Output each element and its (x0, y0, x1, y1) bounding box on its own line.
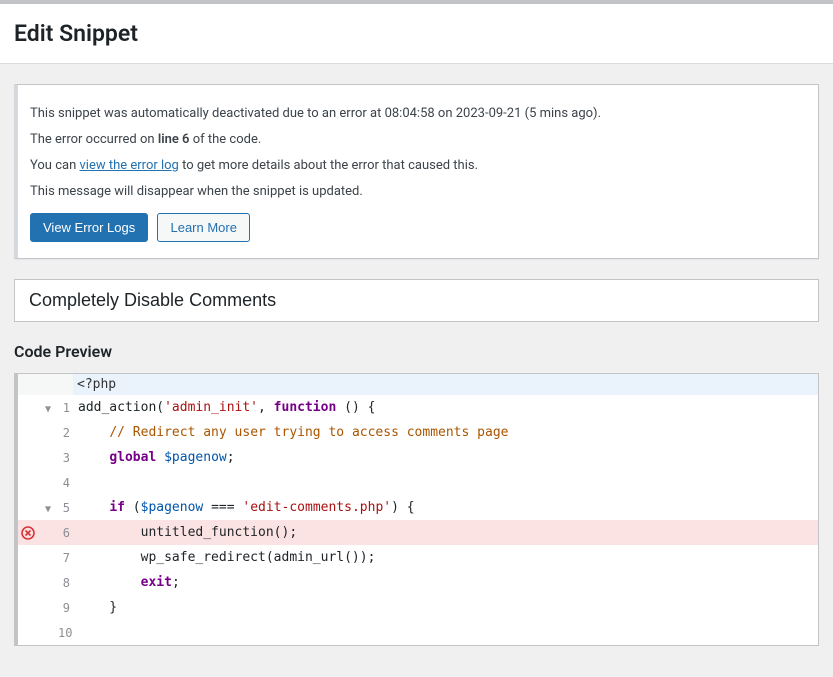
code-line[interactable]: 3 global $pagenow; (18, 445, 818, 470)
notice-text: You can (30, 158, 79, 173)
code-content[interactable]: exit; (74, 572, 818, 593)
line-number: 6 (58, 526, 74, 540)
code-lines-container: ▼1add_action('admin_init', function () {… (18, 395, 818, 645)
code-line[interactable]: 6 untitled_function(); (18, 520, 818, 545)
notice-line-3: You can view the error log to get more d… (30, 156, 806, 176)
fold-cell (38, 431, 58, 435)
line-number: 4 (58, 476, 74, 490)
snippet-title-wrap (14, 279, 819, 322)
notice-line-4: This message will disappear when the sni… (30, 182, 806, 202)
notice-text: of the code. (189, 132, 261, 147)
code-content[interactable]: // Redirect any user trying to access co… (74, 422, 818, 443)
fold-cell (38, 456, 58, 460)
code-line[interactable]: 9 } (18, 595, 818, 620)
code-content[interactable]: untitled_function(); (74, 522, 818, 543)
notice-text: The error occurred on (30, 132, 158, 147)
code-editor[interactable]: <?php ▼1add_action('admin_init', functio… (14, 373, 819, 646)
code-content[interactable]: wp_safe_redirect(admin_url()); (74, 547, 818, 568)
snippet-title-input[interactable] (15, 280, 818, 321)
notice-text: This snippet was automatically deactivat… (30, 106, 385, 121)
code-line[interactable]: ▼1add_action('admin_init', function () { (18, 395, 818, 420)
line-number: 10 (58, 626, 74, 640)
line-number: 1 (58, 401, 74, 415)
fold-cell (38, 556, 58, 560)
line-number: 9 (58, 601, 74, 615)
php-open-tag: <?php (73, 374, 120, 395)
fold-cell (38, 606, 58, 610)
line-number: 2 (58, 426, 74, 440)
page-header: Edit Snippet (0, 4, 833, 64)
error-line-ref: line 6 (158, 132, 190, 147)
gutter-spacer (18, 374, 73, 395)
code-line[interactable]: 4 (18, 470, 818, 495)
code-content[interactable]: global $pagenow; (74, 447, 818, 468)
code-content[interactable]: } (74, 597, 818, 618)
fold-cell (38, 481, 58, 485)
notice-buttons: View Error Logs Learn More (30, 213, 806, 242)
error-marker-cell (18, 525, 38, 540)
notice-text: (5 mins ago). (521, 106, 601, 121)
fold-cell (38, 581, 58, 585)
error-notice: This snippet was automatically deactivat… (14, 84, 819, 259)
php-open-tag-line: <?php (18, 374, 818, 395)
view-error-logs-button[interactable]: View Error Logs (30, 213, 148, 242)
content-wrap: This snippet was automatically deactivat… (0, 64, 833, 666)
code-line[interactable]: 10 (18, 620, 818, 645)
learn-more-button[interactable]: Learn More (157, 213, 249, 242)
code-content[interactable]: if ($pagenow === 'edit-comments.php') { (74, 497, 818, 518)
fold-toggle[interactable]: ▼ (38, 500, 58, 515)
code-line[interactable]: 8 exit; (18, 570, 818, 595)
code-line[interactable]: 7 wp_safe_redirect(admin_url()); (18, 545, 818, 570)
line-number: 7 (58, 551, 74, 565)
fold-cell (38, 531, 58, 535)
code-line[interactable]: 2 // Redirect any user trying to access … (18, 420, 818, 445)
line-number: 8 (58, 576, 74, 590)
error-date: 2023-09-21 (456, 106, 522, 121)
notice-line-1: This snippet was automatically deactivat… (30, 104, 806, 124)
line-number: 5 (58, 501, 74, 515)
notice-text: on (435, 106, 456, 121)
notice-text: to get more details about the error that… (179, 158, 478, 173)
fold-toggle[interactable]: ▼ (38, 400, 58, 415)
code-content[interactable] (74, 630, 818, 636)
code-content[interactable] (74, 480, 818, 486)
error-icon (21, 526, 35, 540)
view-error-log-link[interactable]: view the error log (79, 158, 178, 173)
fold-cell (38, 631, 58, 635)
code-line[interactable]: ▼5 if ($pagenow === 'edit-comments.php')… (18, 495, 818, 520)
code-content[interactable]: add_action('admin_init', function () { (74, 397, 818, 418)
line-number: 3 (58, 451, 74, 465)
page-title: Edit Snippet (14, 20, 819, 47)
code-preview-heading: Code Preview (14, 342, 819, 361)
notice-line-2: The error occurred on line 6 of the code… (30, 130, 806, 150)
error-time: 08:04:58 (385, 106, 435, 121)
